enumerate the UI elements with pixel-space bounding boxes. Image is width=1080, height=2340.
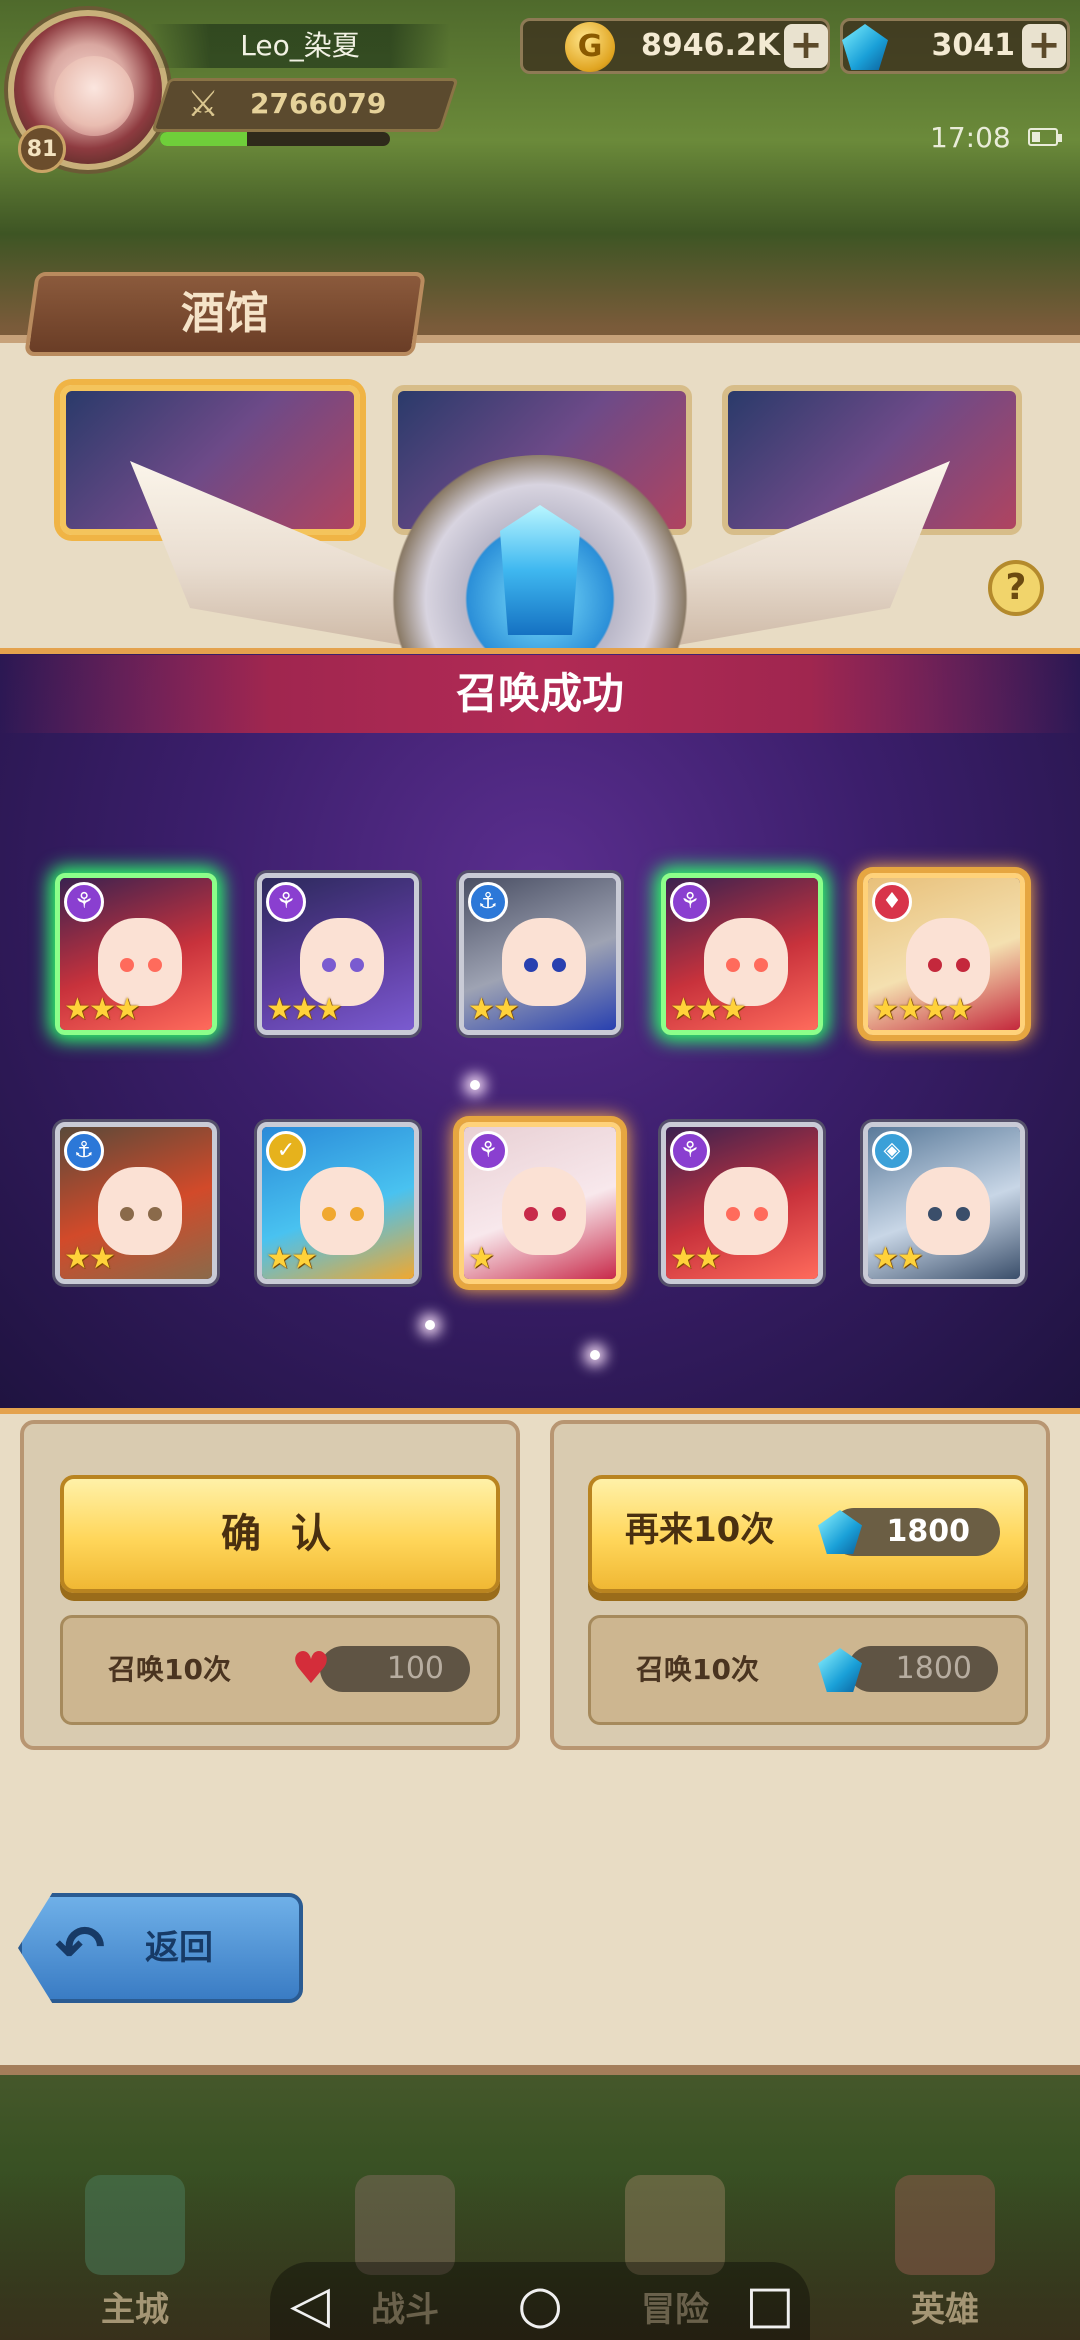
hero-star-rating: ★: [468, 1241, 495, 1276]
exp-bar-fill: [160, 132, 248, 146]
hero-result-card[interactable]: ⚘ ★★★: [257, 873, 419, 1035]
add-gem-button[interactable]: +: [1022, 24, 1066, 68]
avatar-portrait: [54, 56, 134, 136]
castle-icon: [85, 2175, 185, 2275]
power-value: 2766079: [250, 87, 387, 120]
hero-star-rating: ★★: [468, 992, 520, 1027]
result-title: 召唤成功: [455, 669, 624, 718]
faction-dark-icon: ⚘: [670, 882, 710, 922]
sparkle-effect: [590, 1350, 600, 1360]
summon-10-gem-label: 召唤10次: [636, 1653, 759, 1686]
status-clock: 17:08: [930, 121, 1011, 154]
hero-result-card[interactable]: ⚘ ★★: [661, 1122, 823, 1284]
hero-eye: [322, 1207, 336, 1221]
nav-item-label: 主城: [101, 2290, 169, 2330]
hero-eye: [120, 958, 134, 972]
gold-value: 8946.2K: [640, 28, 780, 63]
hero-eye: [726, 1207, 740, 1221]
hero-eye: [148, 958, 162, 972]
summon-10-heart-label: 召唤10次: [108, 1653, 231, 1686]
hero-star-rating: ★★: [872, 1241, 924, 1276]
add-gold-button[interactable]: +: [784, 24, 828, 68]
hero-eye: [552, 958, 566, 972]
hero-eye: [350, 1207, 364, 1221]
faction-light-icon: ✓: [266, 1131, 306, 1171]
hero-eye: [552, 1207, 566, 1221]
tavern-title: 酒馆: [181, 288, 269, 339]
confirm-button-label[interactable]: 确 认: [60, 1475, 500, 1593]
hero-eye: [754, 958, 768, 972]
nav-item-label: 英雄: [911, 2290, 979, 2330]
nav-item-heroes[interactable]: 英雄: [845, 2175, 1045, 2335]
hero-eye: [726, 958, 740, 972]
summon-10-gem-cost: 1800: [848, 1646, 998, 1692]
sparkle-effect: [425, 1320, 435, 1330]
return-arrow-icon: ↶: [55, 1913, 106, 1983]
hero-result-card[interactable]: ⚓ ★★: [55, 1122, 217, 1284]
hero-star-rating: ★★★★: [872, 992, 974, 1027]
faction-dark-icon: ⚘: [64, 882, 104, 922]
hero-result-card[interactable]: ⚘ ★★★: [55, 873, 217, 1035]
faction-dark-icon: ⚘: [266, 882, 306, 922]
faction-dark-icon: ⚘: [468, 1131, 508, 1171]
summon-again-label[interactable]: 再来10次: [625, 1500, 805, 1560]
hero-eye: [524, 958, 538, 972]
hero-result-card[interactable]: ✓ ★★: [257, 1122, 419, 1284]
nav-item-main-city[interactable]: 主城: [35, 2175, 235, 2335]
battery-icon: [1028, 128, 1062, 146]
hero-eye: [956, 1207, 970, 1221]
gold-coin-icon: G: [565, 22, 615, 72]
player-level-badge: 81: [18, 125, 66, 173]
hero-star-rating: ★★: [64, 1241, 116, 1276]
faction-water-icon: ⚓: [468, 882, 508, 922]
hero-star-rating: ★★: [670, 1241, 722, 1276]
exp-bar: [160, 132, 390, 146]
hero-eye: [956, 958, 970, 972]
hero-face: [502, 1167, 586, 1255]
hero-result-card[interactable]: ⚘ ★★★: [661, 873, 823, 1035]
back-button-label[interactable]: 返回: [145, 1915, 265, 1981]
crystal-icon: [500, 505, 580, 635]
hero-eye: [322, 958, 336, 972]
hero-result-card[interactable]: ⚘ ★: [459, 1122, 621, 1284]
faction-fire-icon: ♦: [872, 882, 912, 922]
hero-star-rating: ★★: [266, 1241, 318, 1276]
hero-eye: [754, 1207, 768, 1221]
help-button[interactable]: ?: [988, 560, 1044, 616]
hero-eye: [524, 1207, 538, 1221]
hero-star-rating: ★★★: [670, 992, 747, 1027]
gem-value: 3041: [931, 28, 1016, 63]
hero-eye: [928, 1207, 942, 1221]
system-recent-button[interactable]: □: [735, 2270, 805, 2340]
player-name: Leo_染夏: [150, 24, 450, 68]
faction-water-icon: ⚓: [64, 1131, 104, 1171]
hero-result-card[interactable]: ♦ ★★★★: [863, 873, 1025, 1035]
heart-icon: ♥: [291, 1643, 331, 1694]
hero-eye: [928, 958, 942, 972]
faction-dark-icon: ⚘: [670, 1131, 710, 1171]
hero-star-rating: ★★★: [266, 992, 343, 1027]
system-back-button[interactable]: ◁: [275, 2270, 345, 2340]
hero-eye: [120, 1207, 134, 1221]
hero-helmet-icon: [895, 2175, 995, 2275]
system-home-button[interactable]: ○: [505, 2270, 575, 2340]
hero-eye: [148, 1207, 162, 1221]
hero-eye: [350, 958, 364, 972]
crossed-swords-icon: ⚔: [186, 84, 220, 125]
summon-10-heart-cost: 100: [320, 1646, 470, 1692]
adventure-icon: [625, 2175, 725, 2275]
sparkle-effect: [470, 1080, 480, 1090]
hero-result-card[interactable]: ◈ ★★: [863, 1122, 1025, 1284]
hero-result-card[interactable]: ⚓ ★★: [459, 873, 621, 1035]
faction-nature-icon: ◈: [872, 1131, 912, 1171]
hero-star-rating: ★★★: [64, 992, 141, 1027]
crossed-swords-icon: [355, 2175, 455, 2275]
